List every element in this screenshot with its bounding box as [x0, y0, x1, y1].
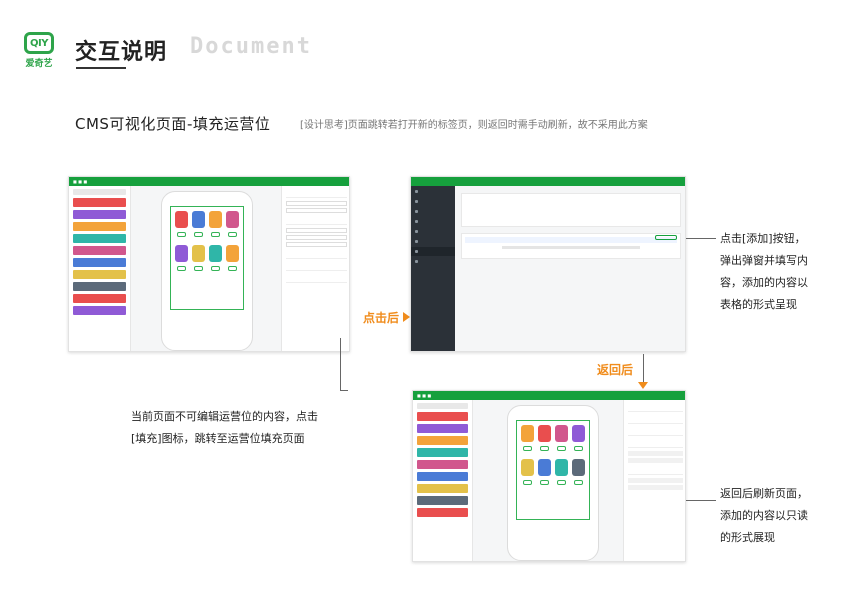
phone-preview	[507, 405, 599, 561]
add-description: 点击[添加]按钮， 弹出弹窗并填写内 容，添加的内容以 表格的形式呈现	[720, 232, 808, 311]
fill-icon-row[interactable]	[286, 274, 347, 283]
cms-refreshed-screenshot: ■ ■ ■	[412, 390, 686, 562]
refresh-description: 返回后刷新页面， 添加的内容以只读 的形式展现	[720, 487, 808, 544]
add-button[interactable]	[655, 235, 677, 240]
logo-mark: QIY	[24, 32, 54, 54]
arrow-right-icon	[403, 312, 410, 322]
callout-line	[686, 238, 716, 239]
properties-panel	[281, 186, 349, 351]
cms-editor-screenshot: ■ ■ ■	[68, 176, 350, 352]
page-subtitle: Document	[190, 34, 312, 59]
cms-brand: ■ ■ ■	[73, 179, 88, 184]
admin-sidebar	[411, 177, 455, 351]
module-list-panel	[69, 186, 131, 351]
cms-topbar: ■ ■ ■	[413, 391, 685, 400]
section-title: CMS可视化页面-填充运营位	[75, 115, 271, 133]
ad-slot-region[interactable]	[170, 206, 244, 310]
cms-brand: ■ ■ ■	[417, 393, 432, 398]
fill-icon-description: 当前页面不可编辑运营位的内容，点击 [填充]图标，跳转至运营位填充页面	[131, 410, 318, 445]
phone-preview	[161, 191, 253, 351]
return-connector	[643, 354, 644, 382]
callout-connector	[340, 390, 348, 391]
module-list-panel	[413, 400, 473, 561]
properties-panel	[623, 400, 685, 561]
after-click-label: 点击后	[363, 311, 400, 325]
iqiyi-logo: QIY 爱奇艺	[20, 32, 58, 72]
content-table	[461, 233, 681, 259]
fill-form	[461, 193, 681, 227]
callout-line	[686, 500, 716, 501]
after-return-label: 返回后	[597, 363, 634, 377]
arrow-down-icon	[638, 382, 648, 389]
ad-slot-region	[516, 420, 590, 520]
design-note: [设计思考]页面跳转若打开新的标签页，则返回时需手动刷新，故不采用此方案	[300, 120, 648, 131]
page-title: 交互说明	[75, 40, 168, 65]
callout-connector	[340, 338, 341, 390]
fill-page-screenshot	[410, 176, 686, 352]
title-underline	[76, 67, 126, 69]
logo-caption: 爱奇艺	[25, 59, 53, 69]
cms-topbar: ■ ■ ■	[69, 177, 349, 186]
